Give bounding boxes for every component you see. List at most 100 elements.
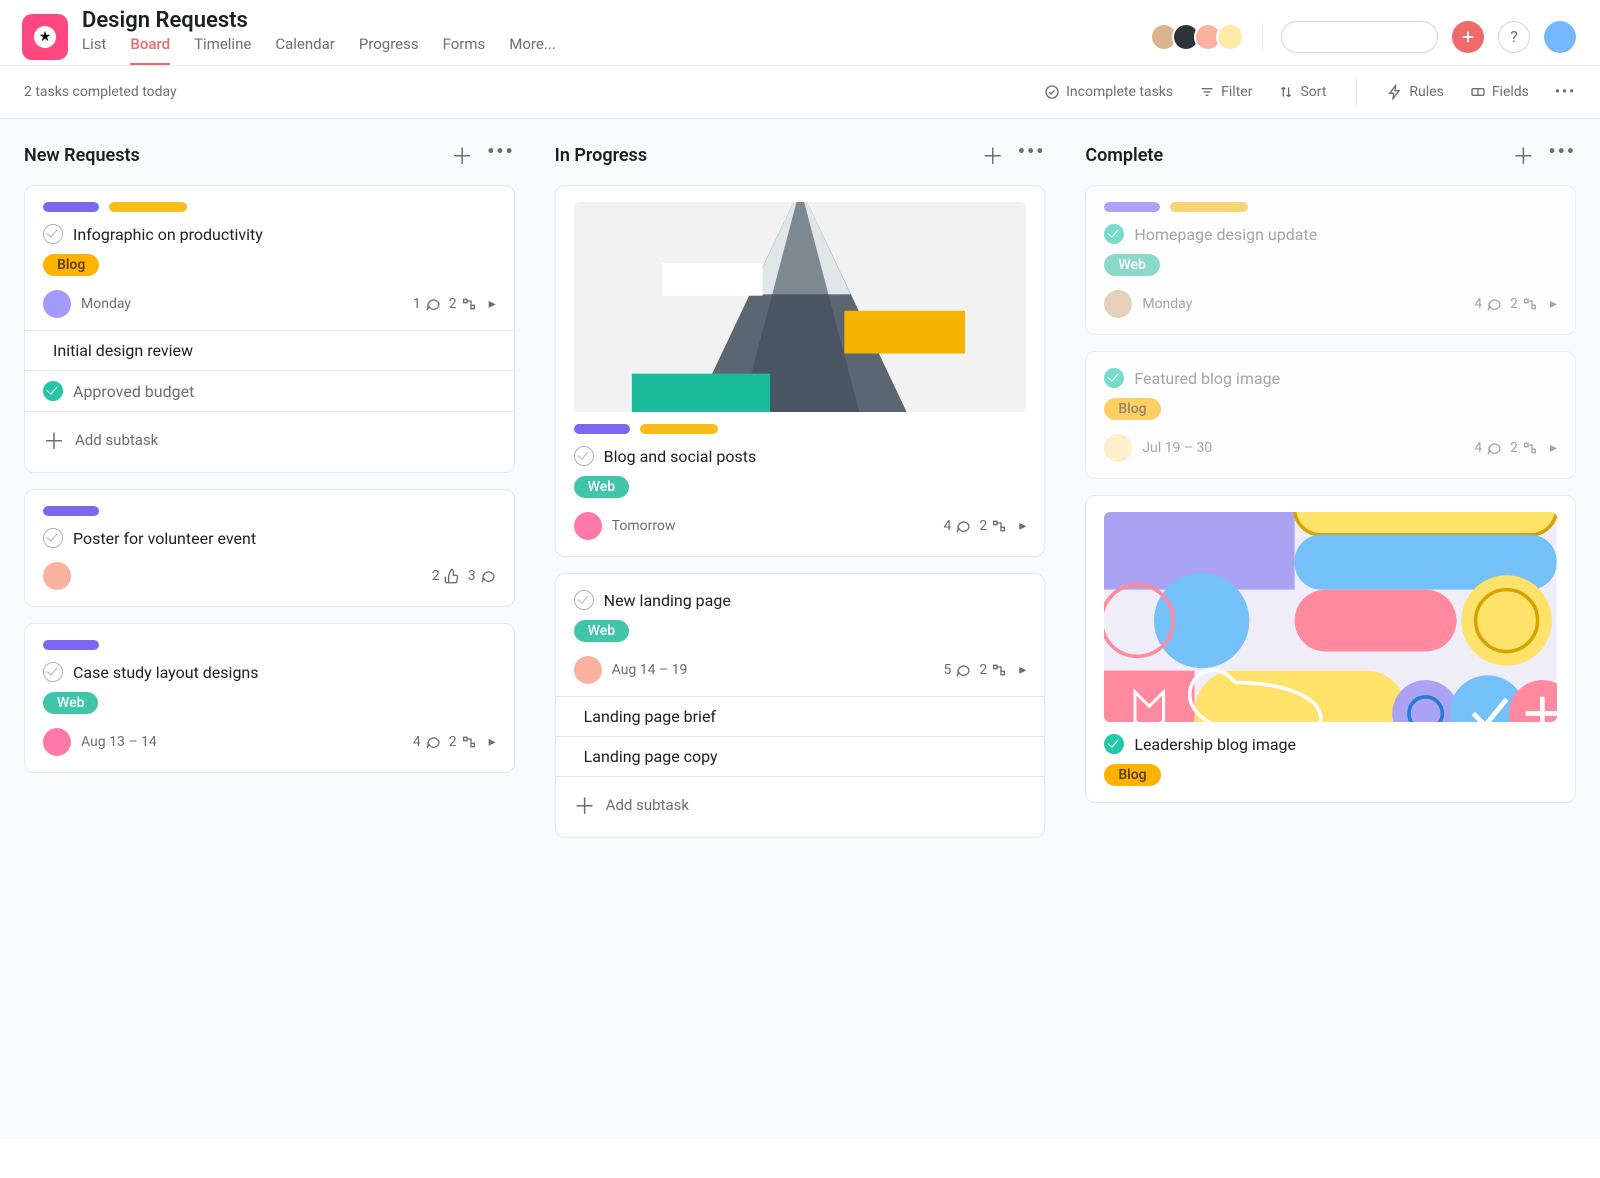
tag-pill[interactable]: Blog	[43, 254, 99, 276]
subtask-row[interactable]: Initial design review	[25, 331, 514, 371]
subtask-row[interactable]: Approved budget	[25, 371, 514, 412]
tag-pill[interactable]: Web	[574, 476, 629, 498]
board: New Requests ＋ ••• Infographic on produc…	[0, 119, 1600, 1139]
fields-button[interactable]: Fields	[1470, 84, 1529, 100]
card-cover-image	[574, 202, 1027, 412]
stripe-purple	[43, 506, 99, 516]
task-card[interactable]: New landing page Web Aug 14 – 19 5 2 ▸ L…	[555, 573, 1046, 838]
divider	[1262, 23, 1263, 51]
column-menu[interactable]: •••	[1018, 139, 1046, 171]
current-user-avatar[interactable]	[1544, 21, 1576, 53]
add-task-button[interactable]: ＋	[1512, 139, 1534, 171]
sort-button[interactable]: Sort	[1278, 84, 1326, 100]
search-field[interactable]	[1292, 28, 1473, 45]
tag-pill[interactable]: Web	[574, 620, 629, 642]
incomplete-filter[interactable]: Incomplete tasks	[1044, 84, 1173, 100]
stripe-yellow	[640, 424, 718, 434]
subtask-count[interactable]: 2	[1510, 296, 1538, 312]
column-menu[interactable]: •••	[1548, 139, 1576, 171]
tab-progress[interactable]: Progress	[359, 35, 419, 65]
search-input[interactable]	[1281, 21, 1438, 53]
comment-count[interactable]: 5	[944, 662, 972, 678]
tag-pill[interactable]: Blog	[1104, 398, 1160, 420]
subtask-count[interactable]: 2	[449, 734, 477, 750]
assignee-avatar[interactable]	[43, 290, 71, 318]
tab-more[interactable]: More...	[509, 35, 555, 65]
board-toolbar: 2 tasks completed today Incomplete tasks…	[0, 66, 1600, 119]
comment-icon	[425, 734, 441, 750]
rules-button[interactable]: Rules	[1387, 84, 1443, 100]
task-card[interactable]: Case study layout designs Web Aug 13 – 1…	[24, 623, 515, 773]
comment-count[interactable]: 4	[1474, 296, 1502, 312]
complete-toggle[interactable]	[43, 224, 63, 244]
expand-icon[interactable]: ▸	[489, 296, 496, 312]
tag-pill[interactable]: Web	[1104, 254, 1159, 276]
comment-count[interactable]: 4	[413, 734, 441, 750]
column-menu[interactable]: •••	[487, 139, 515, 171]
task-card[interactable]: Infographic on productivity Blog Monday …	[24, 185, 515, 473]
complete-toggle[interactable]	[43, 381, 63, 401]
global-add-button[interactable]	[1452, 21, 1484, 53]
assignee-avatar[interactable]	[43, 562, 71, 590]
tab-timeline[interactable]: Timeline	[194, 35, 251, 65]
add-subtask-button[interactable]: ＋ Add subtask	[556, 777, 1045, 821]
more-menu[interactable]: •••	[1555, 84, 1576, 100]
comment-count[interactable]: 1	[413, 296, 441, 312]
complete-toggle[interactable]	[1104, 734, 1124, 754]
complete-toggle[interactable]	[1104, 368, 1124, 388]
complete-toggle[interactable]	[1104, 224, 1124, 244]
subtask-count[interactable]: 2	[979, 518, 1007, 534]
expand-icon[interactable]: ▸	[1550, 296, 1557, 312]
task-card[interactable]: Leadership blog image Blog	[1085, 495, 1576, 803]
like-count[interactable]: 2	[432, 568, 460, 584]
subtask-row[interactable]: Landing page brief	[556, 697, 1045, 737]
expand-icon[interactable]: ▸	[1550, 440, 1557, 456]
task-title: Case study layout designs	[73, 663, 259, 682]
expand-icon[interactable]: ▸	[1019, 518, 1026, 534]
assignee-avatar[interactable]	[574, 512, 602, 540]
subtask-title: Landing page brief	[584, 707, 716, 726]
help-button[interactable]: ?	[1498, 21, 1530, 53]
add-task-button[interactable]: ＋	[982, 139, 1004, 171]
task-title: Leadership blog image	[1134, 735, 1296, 754]
project-icon[interactable]: ★	[22, 14, 68, 60]
complete-toggle[interactable]	[574, 590, 594, 610]
subtask-count[interactable]: 2	[1510, 440, 1538, 456]
add-subtask-button[interactable]: ＋ Add subtask	[25, 412, 514, 456]
subtask-count[interactable]: 2	[449, 296, 477, 312]
tag-pill[interactable]: Web	[43, 692, 98, 714]
subtask-icon	[461, 734, 477, 750]
comment-count[interactable]: 4	[1474, 440, 1502, 456]
assignee-avatar[interactable]	[574, 656, 602, 684]
add-task-button[interactable]: ＋	[451, 139, 473, 171]
complete-toggle[interactable]	[43, 528, 63, 548]
comment-count[interactable]: 3	[468, 568, 496, 584]
tab-calendar[interactable]: Calendar	[275, 35, 335, 65]
incomplete-label: Incomplete tasks	[1066, 84, 1173, 100]
tag-pill[interactable]: Blog	[1104, 764, 1160, 786]
column-title: In Progress	[555, 145, 647, 166]
expand-icon[interactable]: ▸	[489, 734, 496, 750]
member-avatars[interactable]	[1156, 23, 1244, 51]
task-title: Infographic on productivity	[73, 225, 263, 244]
assignee-avatar[interactable]	[1104, 434, 1132, 462]
complete-toggle[interactable]	[43, 662, 63, 682]
subtask-icon	[991, 662, 1007, 678]
avatar[interactable]	[1216, 23, 1244, 51]
tab-list[interactable]: List	[82, 35, 106, 65]
assignee-avatar[interactable]	[1104, 290, 1132, 318]
task-card[interactable]: Blog and social posts Web Tomorrow 4 2 ▸	[555, 185, 1046, 557]
complete-toggle[interactable]	[574, 446, 594, 466]
task-card[interactable]: Featured blog image Blog Jul 19 – 30 4 2…	[1085, 351, 1576, 479]
tab-forms[interactable]: Forms	[443, 35, 486, 65]
task-title: New landing page	[604, 591, 731, 610]
tab-board[interactable]: Board	[130, 35, 170, 65]
comment-count[interactable]: 4	[944, 518, 972, 534]
filter-button[interactable]: Filter	[1199, 84, 1252, 100]
subtask-count[interactable]: 2	[979, 662, 1007, 678]
expand-icon[interactable]: ▸	[1019, 662, 1026, 678]
task-card[interactable]: Homepage design update Web Monday 4 2 ▸	[1085, 185, 1576, 335]
subtask-row[interactable]: Landing page copy	[556, 737, 1045, 777]
assignee-avatar[interactable]	[43, 728, 71, 756]
task-card[interactable]: Poster for volunteer event 2 3	[24, 489, 515, 607]
